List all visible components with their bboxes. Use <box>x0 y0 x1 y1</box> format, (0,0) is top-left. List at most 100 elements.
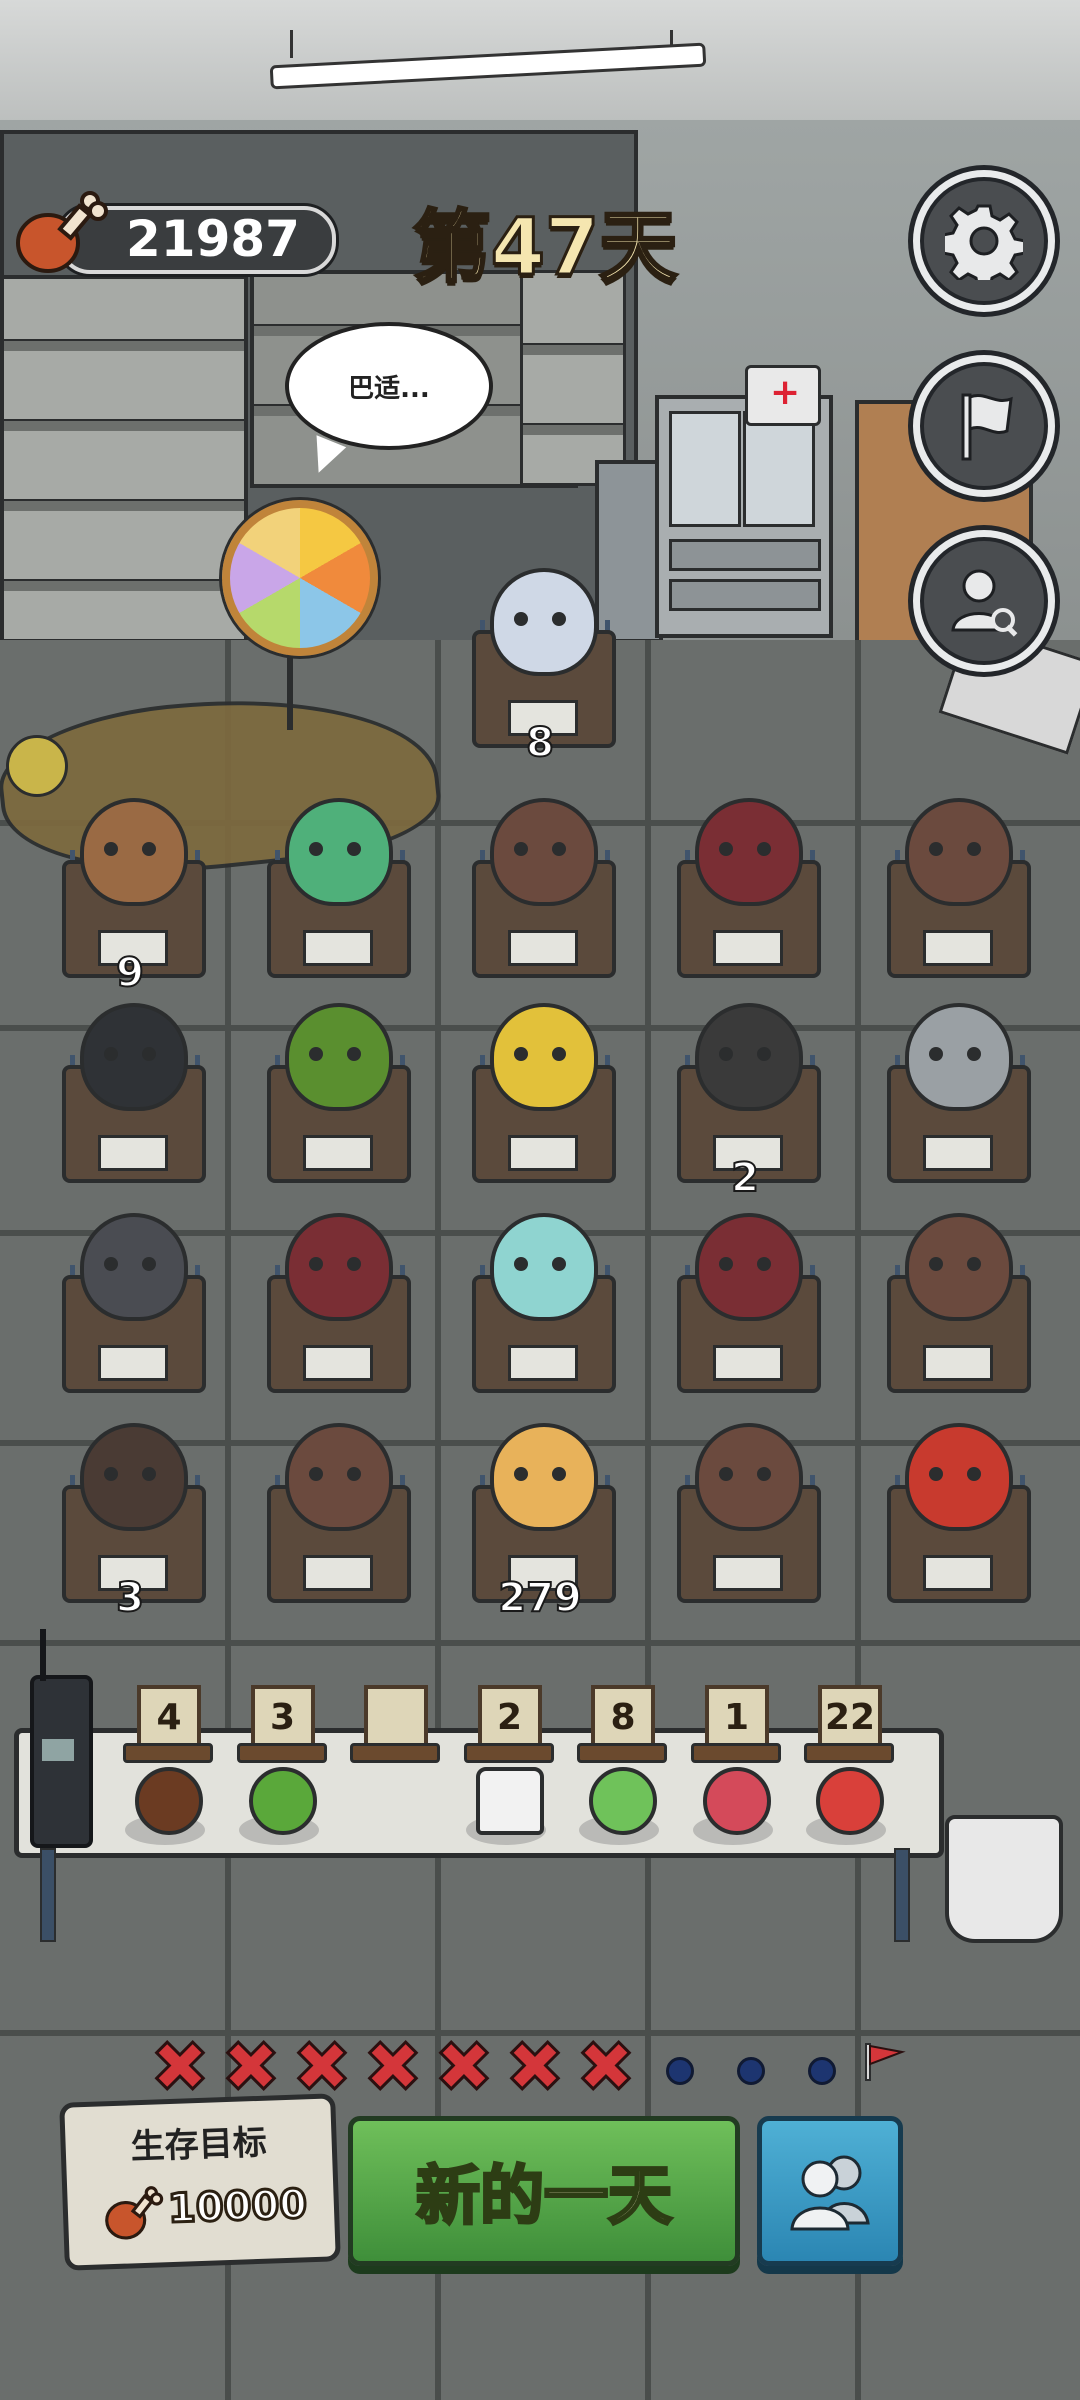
watermelon-icon <box>816 1767 884 1835</box>
character-eyes <box>514 1047 566 1061</box>
desk-nameplate <box>508 930 578 966</box>
tag-shelf <box>804 1743 894 1763</box>
floor-line <box>0 1640 1080 1646</box>
character-eyes <box>514 612 566 626</box>
item-slot[interactable]: 2 <box>456 1685 556 1865</box>
item-slot[interactable]: 3 <box>229 1685 329 1865</box>
desk-black-haired-boy[interactable] <box>50 1003 210 1185</box>
character-eyes <box>104 1047 156 1061</box>
item-count-tag: 22 <box>818 1685 882 1749</box>
item-slot[interactable]: 4 <box>115 1685 215 1865</box>
speech-bubble: 巴适... <box>285 322 493 450</box>
desk-cyan-cat-beast[interactable] <box>460 1213 620 1395</box>
character-eyes <box>309 1467 361 1481</box>
character-eyes <box>929 1047 981 1061</box>
desk-nameplate <box>303 1135 373 1171</box>
desk-lightning-hair-girl[interactable]: 2 <box>665 1003 825 1202</box>
survival-goal-card[interactable]: 生存目标 10000 <box>59 2093 341 2271</box>
item-count-tag: 3 <box>250 1685 315 1749</box>
character-eyes <box>309 1257 361 1271</box>
desk-sunglasses-boss[interactable] <box>875 1423 1035 1605</box>
desk-skeleton-robot[interactable] <box>875 1003 1035 1185</box>
profile-search-button[interactable] <box>913 530 1055 672</box>
desk-hooded-glasses-girl[interactable] <box>255 1213 415 1395</box>
item-slot[interactable]: 22 <box>796 1685 896 1865</box>
character-eyes <box>719 1257 771 1271</box>
item-slot[interactable]: 1 <box>683 1685 783 1865</box>
white-flag-icon <box>961 393 1013 461</box>
item-count-tag <box>364 1685 428 1749</box>
desk-ponytail-girl[interactable] <box>460 798 620 980</box>
item-count-tag: 8 <box>591 1685 655 1749</box>
completed-day-mark: ✖ <box>504 2026 566 2108</box>
desk-nameplate <box>713 1345 783 1381</box>
desk-nameplate <box>713 1555 783 1591</box>
desk-silver-haired-girl[interactable]: 8 <box>460 568 620 767</box>
friends-button[interactable] <box>757 2116 903 2266</box>
desk-nameplate <box>303 1345 373 1381</box>
desk-smoking-girl[interactable] <box>50 1213 210 1395</box>
character-count: 279 <box>497 1574 583 1622</box>
prize-wheel[interactable] <box>222 500 378 656</box>
goal-title: 生存目标 <box>130 2122 268 2168</box>
remaining-day-dot <box>737 2057 765 2085</box>
drumstick-icon <box>105 2186 164 2240</box>
item-slot[interactable]: 8 <box>569 1685 669 1865</box>
desk-nameplate <box>923 1135 993 1171</box>
desk-nameplate <box>303 1555 373 1591</box>
item-count-tag: 1 <box>704 1685 769 1749</box>
desk-blonde-demon[interactable] <box>460 1003 620 1185</box>
desk-ponytail-girl[interactable] <box>255 1423 415 1605</box>
wheel-stand <box>287 650 293 730</box>
character-eyes <box>929 1257 981 1271</box>
item-count-tag: 2 <box>477 1685 542 1749</box>
desk-ponytail-girl[interactable] <box>875 1213 1035 1395</box>
tag-shelf <box>690 1743 781 1763</box>
cookies-icon <box>135 1767 203 1835</box>
desk-bearded-man[interactable]: 9 <box>50 798 210 997</box>
red-crystal-icon <box>702 1767 771 1835</box>
frog-icon <box>589 1767 657 1835</box>
character-eyes <box>719 842 771 856</box>
people-icon <box>790 2155 870 2231</box>
character-eyes <box>309 1047 361 1061</box>
milk-bottle-icon <box>475 1767 544 1835</box>
item-slot-empty[interactable] <box>342 1685 442 1865</box>
desk-ponytail-girl[interactable] <box>665 1423 825 1605</box>
character-eyes <box>514 842 566 856</box>
desk-nameplate <box>923 1345 993 1381</box>
desk-hooded-glasses-girl[interactable] <box>665 1213 825 1395</box>
character-eyes <box>104 1467 156 1481</box>
character-eyes <box>929 1467 981 1481</box>
walkie-talkie-icon[interactable] <box>30 1629 93 1848</box>
desk-nameplate <box>98 1135 168 1171</box>
new-day-button[interactable]: 新的一天 <box>348 2116 740 2266</box>
desk-watermelon-hat-kid[interactable] <box>255 1003 415 1185</box>
flag-button[interactable] <box>913 355 1055 497</box>
desk-green-frog[interactable] <box>255 798 415 980</box>
first-aid-kit <box>745 365 821 426</box>
character-count: 3 <box>115 1574 145 1622</box>
user-search-icon <box>951 569 1018 637</box>
character-eyes <box>719 1467 771 1481</box>
completed-day-mark: ✖ <box>575 2026 637 2108</box>
character-count: 9 <box>115 949 145 997</box>
character-count: 8 <box>525 719 555 767</box>
character-eyes <box>514 1257 566 1271</box>
desk-topknot-man[interactable]: 3 <box>50 1423 210 1622</box>
character-eyes <box>104 842 156 856</box>
desk-hooded-glasses-girl[interactable] <box>665 798 825 980</box>
desk-bunny-eared-monk[interactable]: 279 <box>460 1423 620 1622</box>
settings-button[interactable] <box>913 170 1055 312</box>
tag-shelf <box>236 1743 327 1763</box>
ceiling-lamp <box>269 30 707 90</box>
red-flag-icon <box>865 2043 906 2081</box>
completed-day-mark: ✖ <box>362 2026 424 2108</box>
desk-ponytail-girl[interactable] <box>875 798 1035 980</box>
completed-day-mark: ✖ <box>291 2026 353 2108</box>
radiation-symbol-icon <box>6 735 68 797</box>
character-eyes <box>309 842 361 856</box>
medical-cabinet <box>655 395 833 638</box>
desk-nameplate <box>303 930 373 966</box>
day-counter-title: 第47天 <box>411 202 679 295</box>
